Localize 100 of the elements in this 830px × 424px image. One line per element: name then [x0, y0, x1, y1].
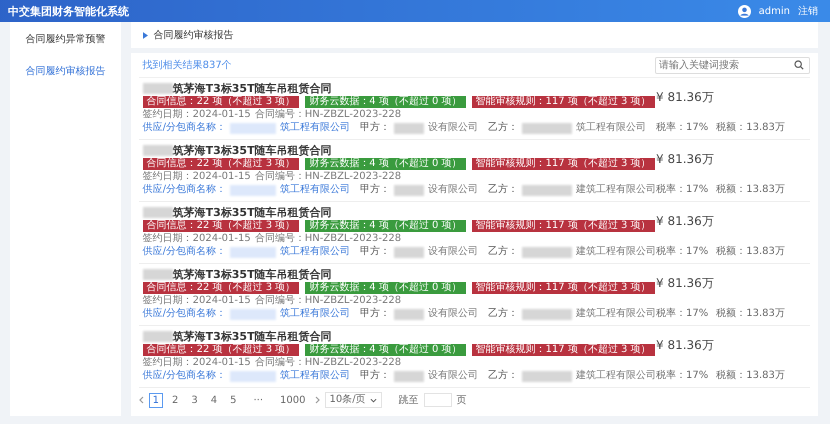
tax-amount: 税额：13.83万 — [716, 244, 785, 258]
audit-tag: 合同信息：22 项（不超过 3 项） — [142, 96, 300, 108]
party-a-label: 甲方： — [360, 184, 390, 196]
redacted-block — [522, 122, 572, 134]
redacted-block — [142, 330, 173, 342]
sign-date: 签约日期：2024-01-15 — [142, 295, 251, 307]
contract-number: 合同编号：HN-ZBZL-2023-228 — [254, 233, 402, 245]
tax-amount: 税额：13.83万 — [716, 182, 785, 196]
audit-tag: 财务云数据：4 项（不超过 0 项） — [305, 220, 466, 232]
party-b-name: 筑工程有限公司 — [576, 122, 646, 134]
contract-title[interactable]: 筑茅海T3标35T随车吊租赁合同 — [172, 266, 332, 282]
supplier-label: 供应/分包商名称： — [142, 308, 226, 320]
tax-rate: 税率：17% — [656, 306, 708, 320]
redacted-block — [142, 144, 173, 156]
audit-tag: 财务云数据：4 项（不超过 0 项） — [305, 282, 466, 294]
audit-tag: 合同信息：22 项（不超过 3 项） — [142, 282, 300, 294]
page-number[interactable]: 5 — [226, 392, 240, 408]
user-avatar-icon[interactable] — [738, 4, 751, 18]
redacted-block — [522, 308, 572, 320]
jump-label: 跳至 — [398, 394, 419, 407]
contract-number: 合同编号：HN-ZBZL-2023-228 — [254, 109, 402, 121]
supplier-link[interactable]: 筑工程有限公司 — [280, 370, 350, 382]
audit-tag: 智能审核规则：117 项（不超过 3 项） — [472, 344, 655, 356]
party-a-name: 设有限公司 — [428, 122, 478, 134]
contract-title[interactable]: 筑茅海T3标35T随车吊租赁合同 — [172, 204, 332, 220]
redacted-block — [522, 370, 572, 382]
party-a-label: 甲方： — [360, 370, 390, 382]
page-size-select[interactable]: 10条/页 — [324, 392, 382, 408]
chevron-down-icon — [370, 398, 377, 402]
audit-tag: 财务云数据：4 项（不超过 0 项） — [305, 344, 466, 356]
logout-link[interactable]: 注销 — [798, 4, 818, 18]
audit-tag: 智能审核规则：117 项（不超过 3 项） — [472, 158, 655, 170]
sidebar-item[interactable]: 合同履约异常预警 — [25, 28, 106, 50]
redacted-block — [394, 370, 424, 382]
party-b-label: 乙方： — [488, 308, 518, 320]
party-a-label: 甲方： — [360, 308, 390, 320]
sign-date: 签约日期：2024-01-15 — [142, 357, 251, 369]
audit-tag: 合同信息：22 项（不超过 3 项） — [142, 344, 300, 356]
redacted-block — [394, 184, 424, 196]
party-a-name: 设有限公司 — [428, 246, 478, 258]
party-b-name: 建筑工程有限公司 — [576, 370, 656, 382]
party-b-label: 乙方： — [488, 122, 518, 134]
contract-amount: ¥ 81.36万 — [656, 337, 715, 354]
tax-rate: 税率：17% — [656, 182, 708, 196]
contract-amount: ¥ 81.36万 — [656, 89, 715, 106]
supplier-link[interactable]: 筑工程有限公司 — [280, 246, 350, 258]
sign-date: 签约日期：2024-01-15 — [142, 171, 251, 183]
contract-amount: ¥ 81.36万 — [656, 275, 715, 292]
audit-tag: 智能审核规则：117 项（不超过 3 项） — [472, 96, 655, 108]
audit-tag: 财务云数据：4 项（不超过 0 项） — [305, 158, 466, 170]
contract-title[interactable]: 筑茅海T3标35T随车吊租赁合同 — [172, 142, 332, 158]
audit-tag: 智能审核规则：117 项（不超过 3 项） — [472, 220, 655, 232]
caret-icon — [142, 32, 148, 38]
contract-number: 合同编号：HN-ZBZL-2023-228 — [254, 357, 402, 369]
supplier-link[interactable]: 筑工程有限公司 — [280, 308, 350, 320]
party-b-name: 建筑工程有限公司 — [576, 308, 656, 320]
page-ellipsis[interactable]: ··· — [254, 394, 264, 406]
next-page-icon[interactable] — [314, 396, 320, 404]
search-field[interactable]: 请输入关键词搜索 — [655, 56, 810, 74]
redacted-block — [522, 184, 572, 196]
supplier-label: 供应/分包商名称： — [142, 122, 226, 134]
audit-tag: 智能审核规则：117 项（不超过 3 项） — [472, 282, 655, 294]
supplier-label: 供应/分包商名称： — [142, 184, 226, 196]
supplier-link[interactable]: 筑工程有限公司 — [280, 122, 350, 134]
tax-rate: 税率：17% — [656, 120, 708, 134]
party-a-label: 甲方： — [360, 246, 390, 258]
sidebar-item[interactable]: 合同履约审核报告 — [25, 60, 106, 82]
page-number[interactable]: 2 — [168, 392, 182, 408]
breadcrumb-text: 合同履约审核报告 — [154, 28, 234, 42]
redacted-block — [142, 206, 173, 218]
contract-amount: ¥ 81.36万 — [656, 151, 715, 168]
page-jump-field[interactable] — [424, 393, 452, 407]
page-number[interactable]: 1000 — [276, 392, 310, 408]
party-a-name: 设有限公司 — [428, 308, 478, 320]
contract-number: 合同编号：HN-ZBZL-2023-228 — [254, 295, 402, 307]
tax-rate: 税率：17% — [656, 368, 708, 382]
tax-amount: 税额：13.83万 — [716, 306, 785, 320]
page-number[interactable]: 4 — [206, 392, 222, 408]
page-number[interactable]: 1 — [148, 392, 163, 408]
previous-page-icon[interactable] — [138, 396, 144, 404]
audit-tag: 合同信息：22 项（不超过 3 项） — [142, 220, 300, 232]
page-number[interactable]: 3 — [187, 392, 202, 408]
contract-title[interactable]: 筑茅海T3标35T随车吊租赁合同 — [172, 80, 332, 96]
party-b-label: 乙方： — [488, 184, 518, 196]
redacted-block — [142, 268, 173, 280]
contract-amount: ¥ 81.36万 — [656, 213, 715, 230]
supplier-label: 供应/分包商名称： — [142, 246, 226, 258]
user-name: admin — [758, 6, 790, 16]
search-icon[interactable] — [794, 60, 804, 70]
redacted-block — [522, 246, 572, 258]
tax-amount: 税额：13.83万 — [716, 368, 785, 382]
sign-date: 签约日期：2024-01-15 — [142, 109, 251, 121]
party-b-name: 建筑工程有限公司 — [576, 246, 656, 258]
contract-title[interactable]: 筑茅海T3标35T随车吊租赁合同 — [172, 328, 332, 344]
redacted-block — [394, 122, 424, 134]
redacted-block — [230, 122, 276, 134]
redacted-block — [230, 184, 276, 196]
supplier-link[interactable]: 筑工程有限公司 — [280, 184, 350, 196]
redacted-block — [230, 370, 276, 382]
redacted-block — [394, 308, 424, 320]
